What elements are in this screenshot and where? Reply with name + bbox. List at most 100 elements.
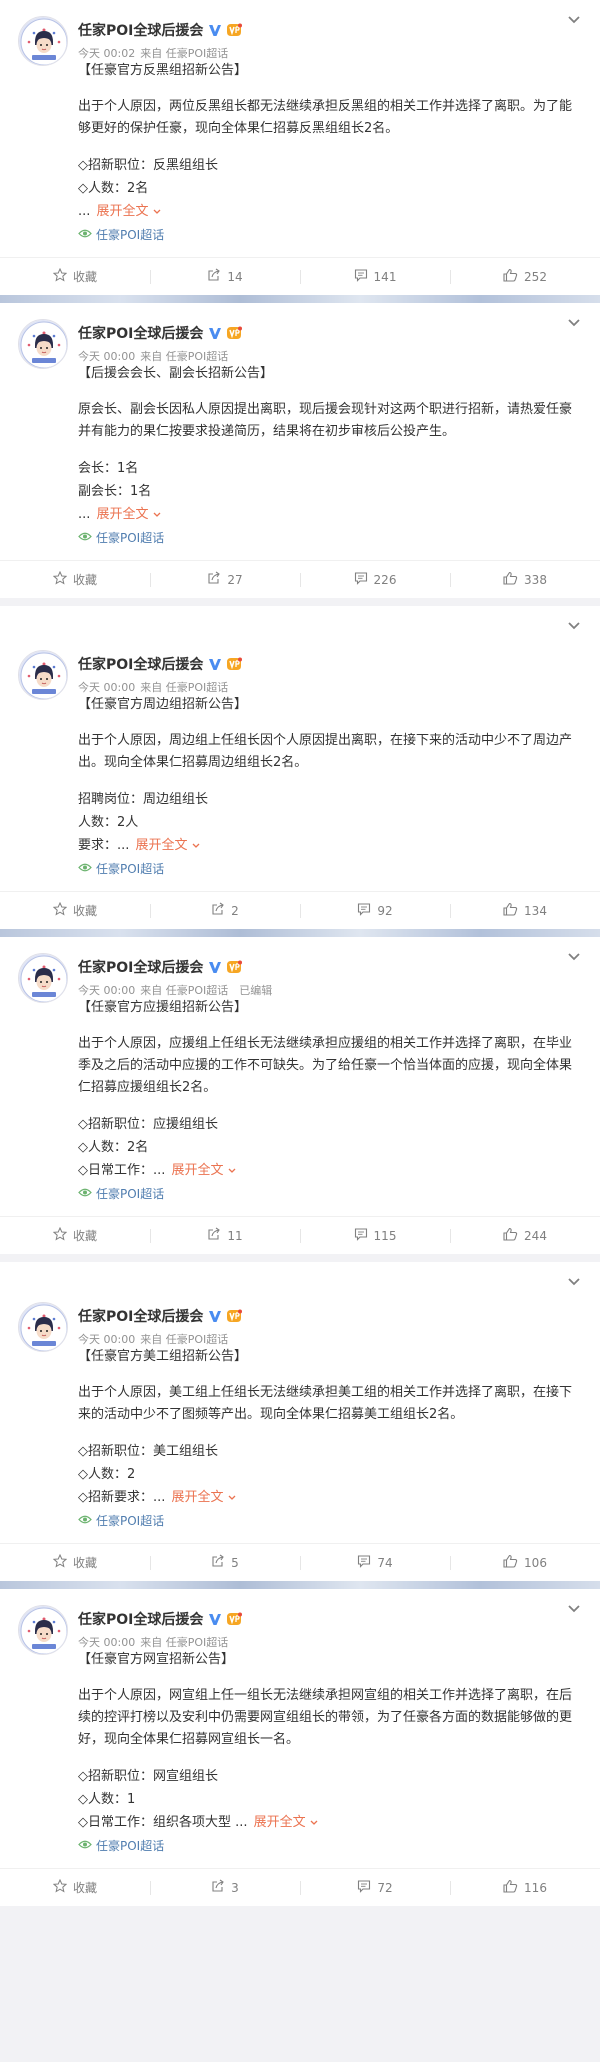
supertopic-link[interactable]: 任豪POI超话 (78, 1836, 582, 1856)
supertopic-label[interactable]: 任豪POI超话 (96, 1511, 164, 1531)
post-menu-chevron-icon[interactable] (566, 951, 582, 963)
truncated-text: ◇日常工作：组织各项大型 ... (78, 1815, 248, 1830)
post-time[interactable]: 今天 00:02 (78, 47, 135, 60)
expand-label[interactable]: 展开全文 (97, 204, 149, 219)
supertopic-label[interactable]: 任豪POI超话 (96, 225, 164, 245)
supertopic-link[interactable]: 任豪POI超话 (78, 1184, 582, 1204)
supertopic-label[interactable]: 任豪POI超话 (96, 1184, 164, 1204)
comment-button[interactable]: 74 (300, 1544, 450, 1581)
vip-badge-icon[interactable] (226, 326, 243, 340)
expand-label[interactable]: 展开全文 (172, 1163, 224, 1178)
post-source[interactable]: 来自 任豪POI超话 (140, 984, 228, 997)
username[interactable]: 任家POI全球后援会 (78, 20, 203, 40)
post-menu-chevron-icon[interactable] (566, 14, 582, 26)
expand-full-text-link[interactable]: 展开全文 (172, 1490, 237, 1505)
user-avatar[interactable] (18, 1605, 68, 1655)
post-time[interactable]: 今天 00:00 (78, 1636, 135, 1649)
expand-row: ... 展开全文 (78, 200, 582, 223)
verified-v-icon (208, 960, 222, 974)
vip-badge-icon[interactable] (226, 1612, 243, 1626)
post-time[interactable]: 今天 00:00 (78, 1333, 135, 1346)
username[interactable]: 任家POI全球后援会 (78, 1306, 203, 1326)
repost-button[interactable]: 2 (150, 892, 300, 929)
favorite-button[interactable]: 收藏 (0, 1544, 150, 1581)
post-time[interactable]: 今天 00:00 (78, 984, 135, 997)
like-button[interactable]: 338 (450, 561, 600, 598)
vip-badge-icon[interactable] (226, 1309, 243, 1323)
truncated-text: ◇日常工作：... (78, 1163, 166, 1178)
repost-button[interactable]: 11 (150, 1217, 300, 1254)
like-button[interactable]: 252 (450, 258, 600, 295)
supertopic-link[interactable]: 任豪POI超话 (78, 225, 582, 245)
supertopic-link[interactable]: 任豪POI超话 (78, 1511, 582, 1531)
comment-button[interactable]: 141 (300, 258, 450, 295)
repost-button[interactable]: 5 (150, 1544, 300, 1581)
favorite-button[interactable]: 收藏 (0, 561, 150, 598)
post-source[interactable]: 来自 任豪POI超话 (140, 1636, 228, 1649)
expand-label[interactable]: 展开全文 (172, 1490, 224, 1505)
user-avatar[interactable] (18, 953, 68, 1003)
supertopic-link[interactable]: 任豪POI超话 (78, 528, 582, 548)
like-button[interactable]: 244 (450, 1217, 600, 1254)
post-time[interactable]: 今天 00:00 (78, 350, 135, 363)
vip-badge-icon[interactable] (226, 657, 243, 671)
user-avatar[interactable] (18, 1302, 68, 1352)
repost-count: 5 (231, 1555, 239, 1570)
favorite-button[interactable]: 收藏 (0, 1869, 150, 1906)
favorite-button[interactable]: 收藏 (0, 892, 150, 929)
supertopic-label[interactable]: 任豪POI超话 (96, 528, 164, 548)
repost-button[interactable]: 27 (150, 561, 300, 598)
comment-count: 92 (377, 903, 393, 918)
post-source[interactable]: 来自 任豪POI超话 (140, 681, 228, 694)
username[interactable]: 任家POI全球后援会 (78, 1609, 203, 1629)
comment-button[interactable]: 226 (300, 561, 450, 598)
like-count: 244 (524, 1228, 547, 1243)
username[interactable]: 任家POI全球后援会 (78, 654, 203, 674)
verified-v-icon (208, 1612, 222, 1626)
user-avatar[interactable] (18, 650, 68, 700)
supertopic-label[interactable]: 任豪POI超话 (96, 859, 164, 879)
expand-full-text-link[interactable]: 展开全文 (97, 507, 162, 522)
like-button[interactable]: 106 (450, 1544, 600, 1581)
comment-button[interactable]: 72 (300, 1869, 450, 1906)
expand-full-text-link[interactable]: 展开全文 (97, 204, 162, 219)
post-action-bar: 收藏 2 92 134 (0, 891, 600, 929)
like-button[interactable]: 134 (450, 892, 600, 929)
post-source[interactable]: 来自 任豪POI超话 (140, 47, 228, 60)
banner-divider (0, 1581, 600, 1589)
post-menu-chevron-icon[interactable] (566, 317, 582, 329)
favorite-button[interactable]: 收藏 (0, 1217, 150, 1254)
expand-full-text-link[interactable]: 展开全文 (254, 1815, 319, 1830)
user-avatar[interactable] (18, 16, 68, 66)
star-icon (52, 1226, 73, 1244)
post-meta: 今天 00:00 来自 任豪POI超话 (78, 1634, 242, 1650)
supertopic-link[interactable]: 任豪POI超话 (78, 859, 582, 879)
user-avatar[interactable] (18, 319, 68, 369)
repost-button[interactable]: 3 (150, 1869, 300, 1906)
comment-button[interactable]: 115 (300, 1217, 450, 1254)
expand-label[interactable]: 展开全文 (254, 1815, 306, 1830)
comment-button[interactable]: 92 (300, 892, 450, 929)
vip-badge-icon[interactable] (226, 23, 243, 37)
repost-button[interactable]: 14 (150, 258, 300, 295)
post-menu-chevron-icon[interactable] (566, 1276, 582, 1288)
post-menu-chevron-icon[interactable] (566, 1603, 582, 1615)
username[interactable]: 任家POI全球后援会 (78, 323, 203, 343)
supertopic-label[interactable]: 任豪POI超话 (96, 1836, 164, 1856)
username[interactable]: 任家POI全球后援会 (78, 957, 203, 977)
post-time[interactable]: 今天 00:00 (78, 681, 135, 694)
post-source[interactable]: 来自 任豪POI超话 (140, 350, 228, 363)
thumbs-up-icon (503, 1879, 524, 1896)
repost-icon (211, 1879, 231, 1896)
like-button[interactable]: 116 (450, 1869, 600, 1906)
expand-label[interactable]: 展开全文 (97, 507, 149, 522)
expand-label[interactable]: 展开全文 (136, 838, 188, 853)
expand-full-text-link[interactable]: 展开全文 (136, 838, 201, 853)
expand-full-text-link[interactable]: 展开全文 (172, 1163, 237, 1178)
favorite-button[interactable]: 收藏 (0, 258, 150, 295)
repost-icon (211, 902, 231, 919)
post-menu-chevron-icon[interactable] (566, 620, 582, 632)
divider (0, 598, 600, 606)
vip-badge-icon[interactable] (226, 960, 243, 974)
post-source[interactable]: 来自 任豪POI超话 (140, 1333, 228, 1346)
